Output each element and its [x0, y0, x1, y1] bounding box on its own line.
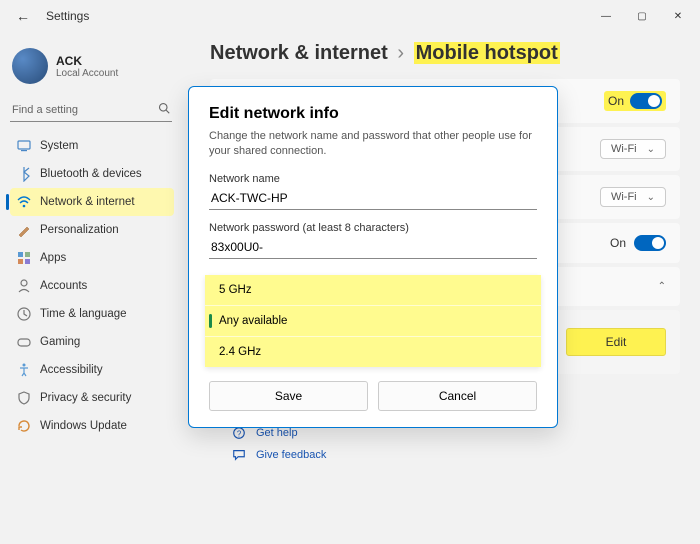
band-options: 5 GHz Any available 2.4 GHz [205, 275, 541, 367]
network-name-input[interactable] [209, 187, 537, 210]
password-input[interactable] [209, 236, 537, 259]
cancel-button[interactable]: Cancel [378, 381, 537, 411]
edit-network-modal: Edit network info Change the network nam… [188, 86, 558, 428]
password-label: Network password (at least 8 characters) [209, 222, 537, 234]
band-option-any[interactable]: Any available [205, 306, 541, 337]
modal-description: Change the network name and password tha… [209, 129, 537, 159]
modal-title: Edit network info [209, 105, 537, 123]
modal-overlay: Edit network info Change the network nam… [0, 0, 700, 544]
save-button[interactable]: Save [209, 381, 368, 411]
band-option-5ghz[interactable]: 5 GHz [205, 275, 541, 306]
band-option-24ghz[interactable]: 2.4 GHz [205, 337, 541, 367]
network-name-label: Network name [209, 173, 537, 185]
